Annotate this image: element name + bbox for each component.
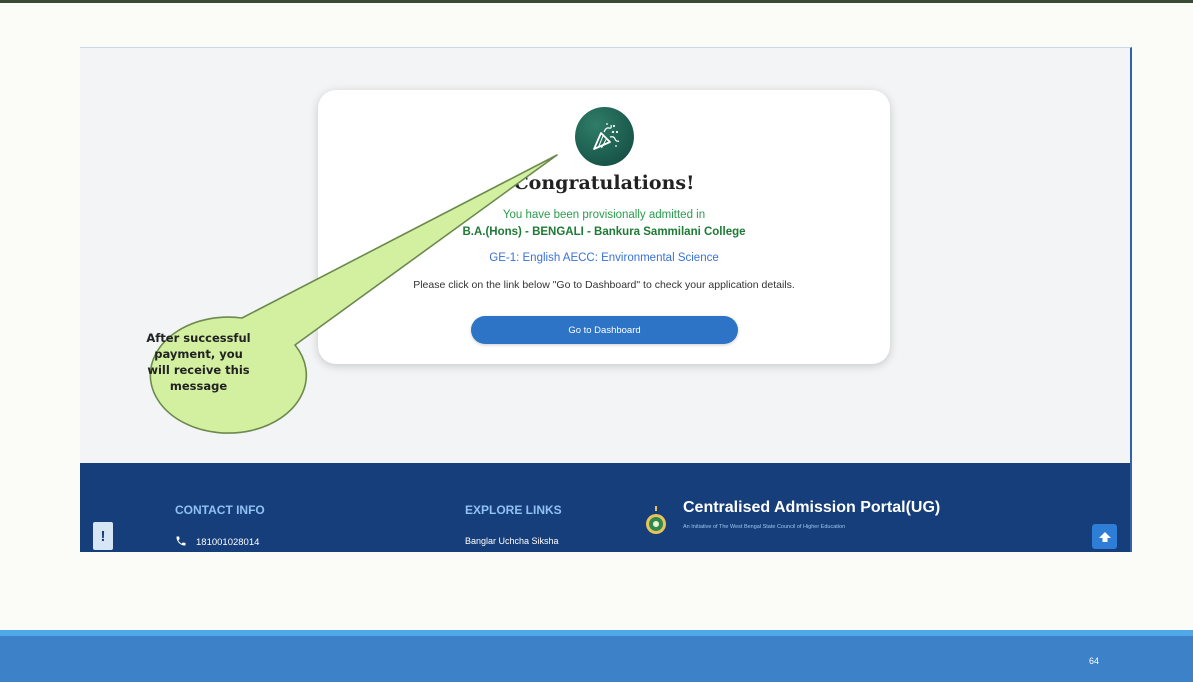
contact-phone[interactable]: 181001028014 bbox=[175, 535, 259, 550]
arrow-up-icon[interactable] bbox=[1092, 524, 1117, 549]
explore-link-banglar-uchcha-siksha[interactable]: Banglar Uchcha Siksha bbox=[465, 536, 559, 546]
callout-line: payment, you bbox=[154, 347, 243, 361]
callout-line: After successful bbox=[146, 331, 251, 345]
portal-title: Centralised Admission Portal(UG) bbox=[683, 499, 941, 516]
phone-icon bbox=[175, 535, 187, 550]
site-footer: CONTACT INFO 181001028014 EXPLORE LINKS … bbox=[80, 463, 1130, 552]
callout-message: After successful payment, you will recei… bbox=[140, 330, 257, 394]
feedback-symbol: ! bbox=[100, 527, 106, 545]
contact-info-heading: CONTACT INFO bbox=[175, 503, 265, 517]
instruction-text: Please click on the link below "Go to Da… bbox=[413, 279, 795, 291]
slide-page-number: 64 bbox=[1089, 656, 1100, 666]
party-popper-icon bbox=[575, 107, 634, 166]
phone-number: 181001028014 bbox=[196, 537, 260, 548]
callout-line: message bbox=[169, 379, 228, 393]
feedback-icon[interactable]: ! bbox=[93, 522, 113, 550]
admitted-line: You have been provisionally admitted in bbox=[502, 209, 706, 221]
admitted-course: B.A.(Hons) - BENGALI - Bankura Sammilani… bbox=[462, 226, 746, 238]
subject-combination: GE-1: English AECC: Environmental Scienc… bbox=[489, 252, 719, 264]
slide-footer-bar bbox=[0, 630, 1193, 682]
go-to-dashboard-button[interactable]: Go to Dashboard bbox=[471, 316, 738, 344]
emblem-icon bbox=[645, 506, 667, 536]
modal-title: Congratulations! bbox=[513, 172, 695, 194]
embedded-screenshot: Congratulations! You have been provision… bbox=[80, 47, 1132, 552]
top-rule bbox=[0, 0, 1193, 3]
explore-links-heading: EXPLORE LINKS bbox=[465, 503, 562, 517]
callout-line: will receive this bbox=[147, 363, 250, 377]
congratulations-modal: Congratulations! You have been provision… bbox=[318, 90, 890, 364]
portal-tagline: An Initiative of The West Bengal State C… bbox=[683, 524, 846, 530]
